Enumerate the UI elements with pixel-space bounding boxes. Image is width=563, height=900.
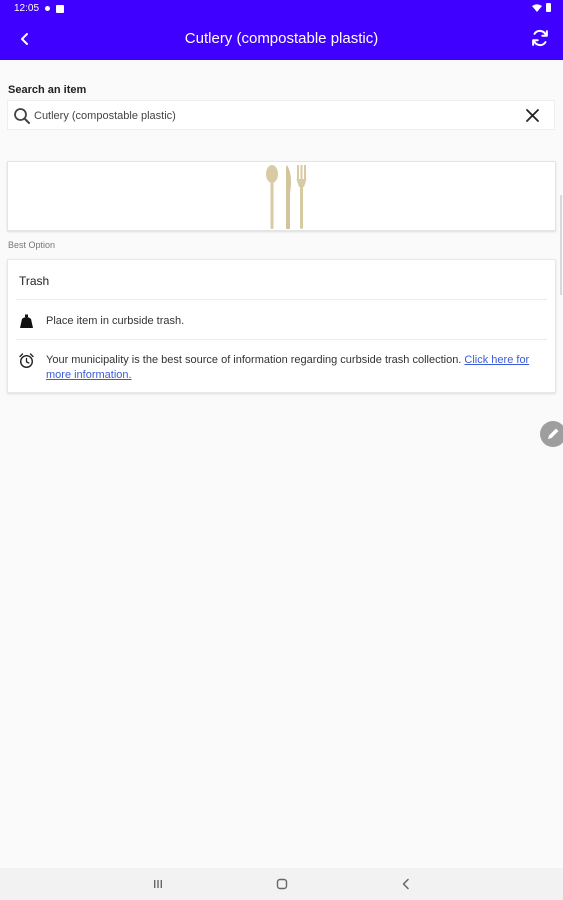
best-option-label: Best Option [8,240,56,250]
item-image-card [7,161,556,231]
search-label: Search an item [8,84,87,96]
result-heading: Trash [19,274,50,288]
info-row: Your municipality is the best source of … [46,353,541,383]
battery-icon [546,3,551,12]
wifi-icon [532,3,542,12]
status-bar-left: 12:05 [14,3,65,14]
status-bar: 12:05 [0,0,563,18]
edit-button[interactable] [540,421,563,447]
screen: 12:05 Cutlery (compostable plastic) Sear… [0,0,563,900]
back-nav-button[interactable] [398,876,414,892]
app-bar: Cutlery (compostable plastic) [0,18,563,60]
divider [16,299,547,300]
pencil-icon [548,428,559,439]
notification-dot-icon [45,6,51,11]
instruction-text: Place item in curbside trash. [46,315,185,327]
page-title: Cutlery (compostable plastic) [184,30,379,47]
cutlery-image [266,165,307,229]
clear-search-button[interactable] [525,108,540,123]
search-bar [7,100,555,130]
home-button[interactable] [274,876,290,892]
status-time: 12:05 [14,3,40,14]
trash-bin-icon [20,314,33,328]
search-icon [14,108,30,124]
refresh-button[interactable] [529,27,551,49]
recent-apps-button[interactable] [150,876,166,892]
info-text: Your municipality is the best source of … [46,354,465,366]
notification-app-icon [56,4,65,13]
scroll-indicator [560,195,562,295]
system-nav-bar [0,868,563,900]
alarm-clock-icon [19,353,34,369]
divider [16,339,547,340]
status-bar-right [532,3,551,12]
search-input[interactable] [34,107,504,125]
result-card: Trash Place item in curbside trash. Your… [7,259,556,393]
